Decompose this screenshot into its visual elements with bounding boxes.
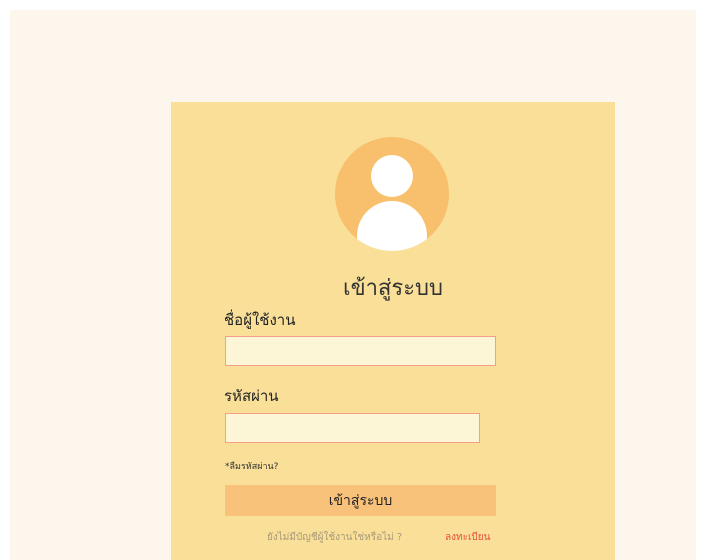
register-link[interactable]: ลงทะเบียน [445, 530, 490, 545]
forgot-password-link[interactable]: *ลืมรหัสผ่าน? [225, 459, 278, 473]
user-avatar-icon [335, 137, 449, 251]
login-title: เข้าสู่ระบบ [343, 276, 443, 301]
username-label: ชื่อผู้ใช้งาน [224, 311, 296, 329]
password-input[interactable] [225, 413, 480, 443]
avatar-body [357, 201, 427, 251]
login-button[interactable]: เข้าสู่ระบบ [225, 485, 496, 516]
password-label: รหัสผ่าน [224, 387, 279, 405]
username-input[interactable] [225, 336, 496, 366]
no-account-prompt: ยังไม่มีบัญชีผู้ใช้งานใช่หรือไม่ ? [267, 532, 403, 543]
page-background: เข้าสู่ระบบ ชื่อผู้ใช้งาน รหัสผ่าน *ลืมร… [10, 10, 696, 560]
avatar-head [371, 155, 413, 197]
login-card: เข้าสู่ระบบ ชื่อผู้ใช้งาน รหัสผ่าน *ลืมร… [171, 102, 615, 560]
